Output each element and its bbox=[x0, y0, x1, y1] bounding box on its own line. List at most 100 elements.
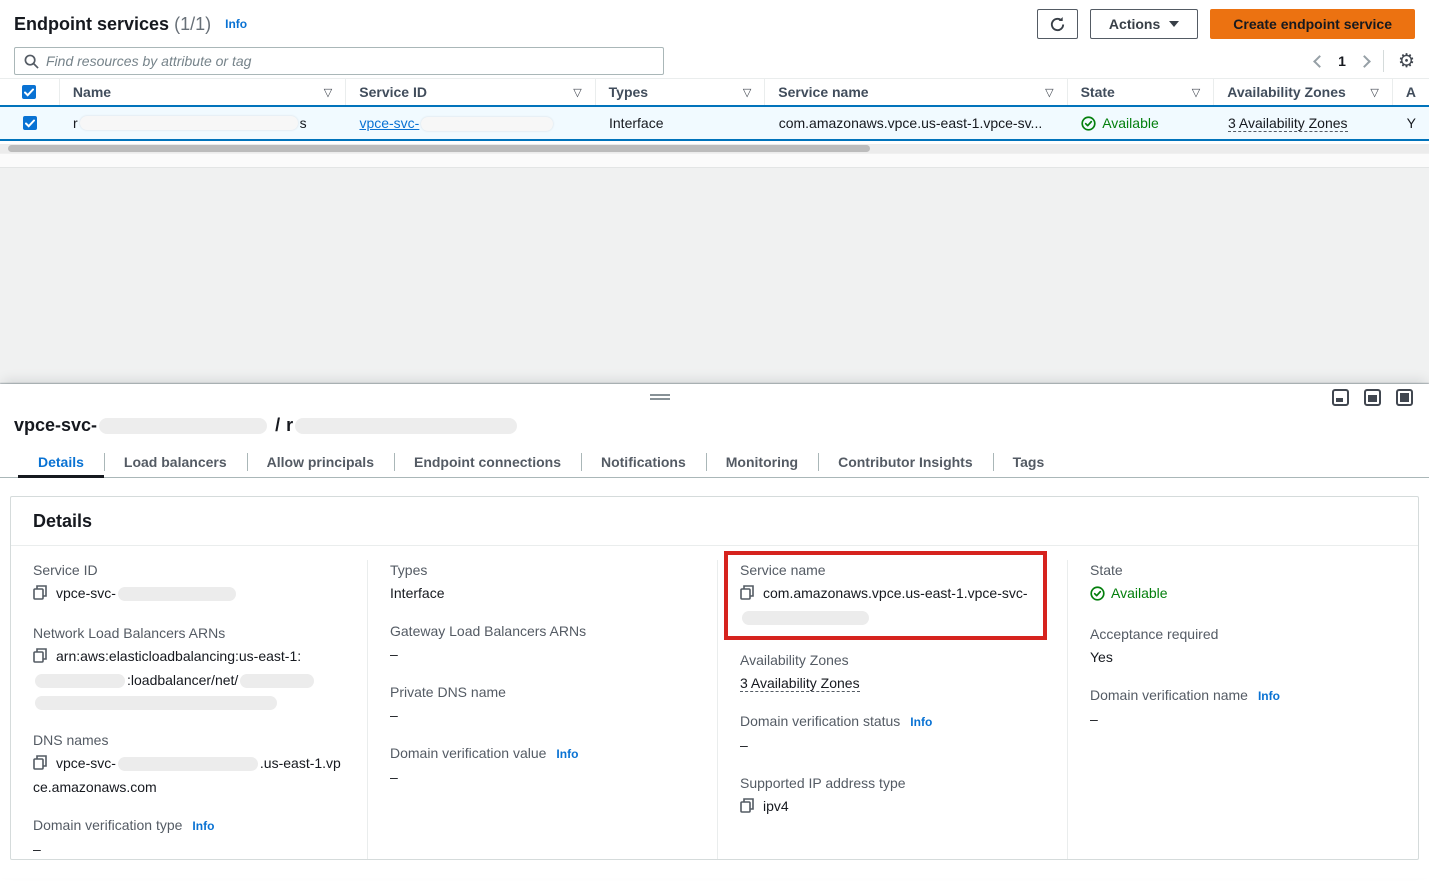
split-panel-title: vpce-svc-/r bbox=[0, 384, 1429, 447]
page-title: Endpoint services (1/1) Info bbox=[14, 9, 247, 39]
search-input[interactable] bbox=[46, 53, 654, 69]
field-label: DNS names bbox=[33, 730, 347, 750]
details-columns: Service IDvpce-svc-Network Load Balancer… bbox=[11, 546, 1418, 860]
field-label: Service ID bbox=[33, 560, 347, 580]
create-endpoint-service-button[interactable]: Create endpoint service bbox=[1210, 9, 1415, 39]
service-id-link[interactable]: vpce-svc- bbox=[359, 115, 555, 131]
page-info-link[interactable]: Info bbox=[225, 17, 247, 31]
field-label: Availability Zones bbox=[740, 650, 1047, 670]
settings-gear-icon[interactable]: ⚙ bbox=[1398, 52, 1415, 71]
select-all-checkbox[interactable] bbox=[22, 85, 36, 99]
table-row[interactable]: rs vpce-svc- Interface com.amazonaws.vpc… bbox=[0, 105, 1429, 141]
copy-icon[interactable] bbox=[33, 584, 47, 606]
details-column-1: Service IDvpce-svc-Network Load Balancer… bbox=[11, 560, 367, 860]
column-header-truncated[interactable]: A bbox=[1393, 79, 1429, 105]
split-panel: vpce-svc-/r DetailsLoad balancersAllow p… bbox=[0, 384, 1429, 878]
refresh-button[interactable] bbox=[1037, 9, 1078, 39]
copy-icon[interactable] bbox=[740, 584, 754, 606]
search-icon bbox=[24, 54, 39, 69]
row-name-cell: rs bbox=[60, 107, 347, 139]
redacted-text bbox=[35, 696, 277, 710]
tab-notifications[interactable]: Notifications bbox=[581, 447, 706, 477]
next-page-icon[interactable] bbox=[1358, 55, 1371, 68]
field-value: ipv4 bbox=[740, 795, 1047, 819]
caret-down-icon bbox=[1169, 21, 1179, 27]
field-domain-verification-name: Domain verification nameInfo– bbox=[1090, 685, 1398, 730]
tabs: DetailsLoad balancersAllow principalsEnd… bbox=[0, 447, 1429, 478]
details-column-3: Service namecom.amazonaws.vpce.us-east-1… bbox=[717, 560, 1067, 860]
info-link[interactable]: Info bbox=[556, 747, 578, 761]
panel-size-large-icon[interactable] bbox=[1396, 389, 1413, 406]
field-dns-names: DNS namesvpce-svc-.us-east-1.vpce.amazon… bbox=[33, 730, 347, 798]
redacted-text bbox=[118, 757, 258, 771]
column-filter-icon[interactable]: ▽ bbox=[743, 86, 751, 99]
row-checkbox[interactable] bbox=[23, 116, 37, 130]
tab-monitoring[interactable]: Monitoring bbox=[706, 447, 818, 477]
field-domain-verification-value: Domain verification valueInfo– bbox=[390, 743, 697, 788]
copy-icon[interactable] bbox=[33, 754, 47, 776]
field-label: Types bbox=[390, 560, 697, 580]
actions-button-label: Actions bbox=[1109, 16, 1160, 32]
field-value: – bbox=[740, 734, 1047, 756]
status-badge: Available bbox=[1090, 582, 1168, 604]
availability-zones-link[interactable]: 3 Availability Zones bbox=[1228, 115, 1348, 132]
row-truncated-cell: Y bbox=[1394, 107, 1429, 139]
field-availability-zones: Availability Zones 3 Availability Zones bbox=[740, 650, 1047, 694]
redacted-text bbox=[742, 611, 869, 625]
field-value: – bbox=[390, 643, 697, 665]
page-background bbox=[0, 168, 1429, 384]
redacted-text bbox=[240, 674, 314, 688]
redacted-text bbox=[118, 587, 236, 601]
field-label: Network Load Balancers ARNs bbox=[33, 623, 347, 643]
column-header-service-name[interactable]: Service name ▽ bbox=[765, 79, 1067, 105]
field-value: 3 Availability Zones bbox=[740, 672, 1047, 694]
field-label: State bbox=[1090, 560, 1398, 580]
column-header-service-id[interactable]: Service ID ▽ bbox=[346, 79, 595, 105]
panel-size-medium-icon[interactable] bbox=[1364, 389, 1381, 406]
page-title-text: Endpoint services bbox=[14, 14, 169, 34]
column-filter-icon[interactable]: ▽ bbox=[1045, 86, 1053, 99]
info-link[interactable]: Info bbox=[910, 715, 932, 729]
field-value: vpce-svc-.us-east-1.vpce.amazonaws.com bbox=[33, 752, 347, 798]
field-value: Interface bbox=[390, 582, 697, 604]
panel-size-small-icon[interactable] bbox=[1332, 389, 1349, 406]
split-panel-drag-handle[interactable] bbox=[650, 392, 670, 402]
column-header-name[interactable]: Name ▽ bbox=[60, 79, 346, 105]
column-header-availability-zones[interactable]: Availability Zones ▽ bbox=[1214, 79, 1393, 105]
copy-icon[interactable] bbox=[740, 797, 754, 819]
field-label: Domain verification typeInfo bbox=[33, 815, 347, 836]
tab-tags[interactable]: Tags bbox=[993, 447, 1065, 477]
column-filter-icon[interactable]: ▽ bbox=[1370, 86, 1378, 99]
column-header-state[interactable]: State ▽ bbox=[1068, 79, 1215, 105]
field-label: Domain verification valueInfo bbox=[390, 743, 697, 764]
tab-contributor-insights[interactable]: Contributor Insights bbox=[818, 447, 993, 477]
check-circle-icon bbox=[1081, 116, 1096, 131]
column-filter-icon[interactable]: ▽ bbox=[1192, 86, 1200, 99]
tab-allow-principals[interactable]: Allow principals bbox=[247, 447, 394, 477]
search-box[interactable] bbox=[14, 47, 664, 75]
field-label: Service name bbox=[740, 560, 1035, 580]
toolbar-divider bbox=[1383, 50, 1384, 72]
actions-button[interactable]: Actions bbox=[1090, 9, 1198, 39]
copy-icon[interactable] bbox=[33, 647, 47, 669]
column-filter-icon[interactable]: ▽ bbox=[324, 86, 332, 99]
tab-load-balancers[interactable]: Load balancers bbox=[104, 447, 247, 477]
info-link[interactable]: Info bbox=[1258, 689, 1280, 703]
table-header: Name ▽ Service ID ▽ Types ▽ Service name… bbox=[0, 78, 1429, 105]
info-link[interactable]: Info bbox=[192, 819, 214, 833]
field-service-name: Service namecom.amazonaws.vpce.us-east-1… bbox=[724, 551, 1047, 640]
endpoint-services-pane: Endpoint services (1/1) Info Actions Cre… bbox=[0, 0, 1429, 168]
prev-page-icon[interactable] bbox=[1313, 55, 1326, 68]
field-types: TypesInterface bbox=[390, 560, 697, 604]
row-service-id-cell: vpce-svc- bbox=[346, 107, 596, 139]
column-header-types[interactable]: Types ▽ bbox=[596, 79, 766, 105]
tab-details[interactable]: Details bbox=[18, 447, 104, 477]
page-number[interactable]: 1 bbox=[1338, 53, 1346, 69]
field-gateway-load-balancers-arns: Gateway Load Balancers ARNs– bbox=[390, 621, 697, 665]
column-filter-icon[interactable]: ▽ bbox=[573, 86, 581, 99]
resource-count: (1/1) bbox=[174, 14, 211, 34]
horizontal-scrollbar bbox=[0, 144, 1429, 153]
tab-endpoint-connections[interactable]: Endpoint connections bbox=[394, 447, 581, 477]
horizontal-scrollbar-thumb[interactable] bbox=[8, 145, 870, 152]
availability-zones-link[interactable]: 3 Availability Zones bbox=[740, 675, 860, 692]
